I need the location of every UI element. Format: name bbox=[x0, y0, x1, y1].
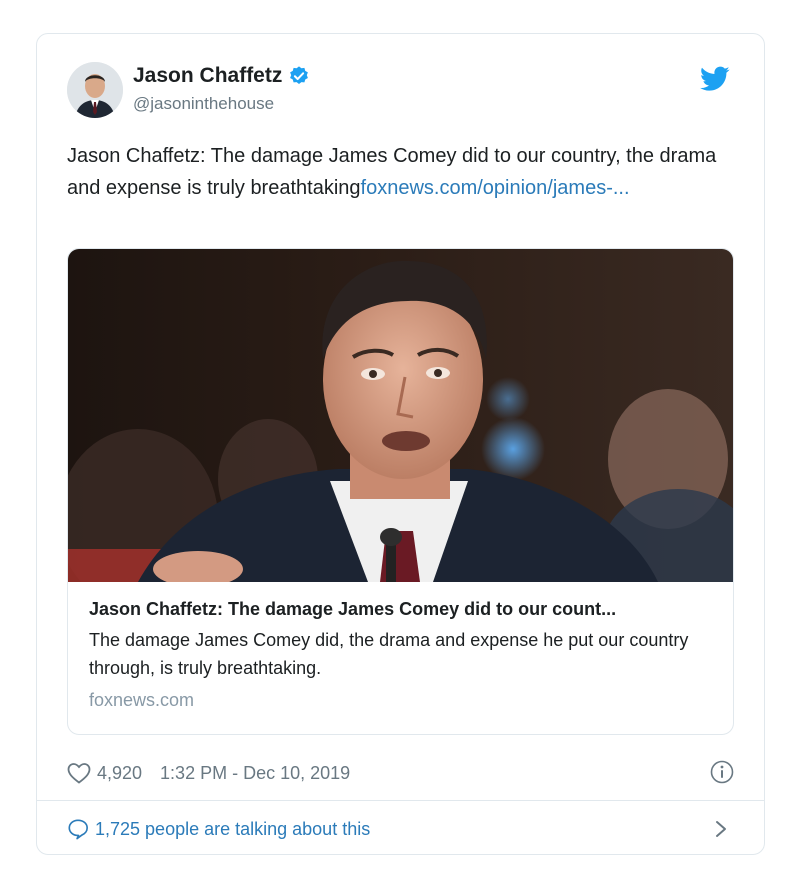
tweet-link[interactable]: foxnews.com/opinion/james-... bbox=[361, 177, 630, 199]
card-domain: foxnews.com bbox=[89, 690, 195, 710]
verified-badge-icon bbox=[290, 66, 309, 84]
divider bbox=[37, 800, 764, 801]
author-handle[interactable]: @jasoninthehouse bbox=[133, 94, 310, 114]
chevron-right-icon[interactable] bbox=[714, 819, 728, 839]
link-card[interactable]: Jason Chaffetz: The damage James Comey d… bbox=[67, 248, 734, 735]
author-block[interactable]: Jason Chaffetz @jasoninthehouse bbox=[133, 64, 310, 114]
tweet-text: Jason Chaffetz: The damage James Comey d… bbox=[67, 140, 727, 204]
card-body: Jason Chaffetz: The damage James Comey d… bbox=[89, 599, 712, 711]
tweet-header: Jason Chaffetz @jasoninthehouse bbox=[67, 62, 734, 122]
tweet-meta: 4,920 1:32 PM - Dec 10, 2019 bbox=[67, 760, 734, 786]
card-description: The damage James Comey did, the drama an… bbox=[89, 630, 689, 678]
talking-count[interactable]: 1,725 people are talking about this bbox=[95, 819, 370, 840]
timestamp[interactable]: 1:32 PM - Dec 10, 2019 bbox=[160, 763, 350, 784]
tweet-embed: Jason Chaffetz @jasoninthehouse Jason Ch… bbox=[36, 33, 765, 855]
likes-count[interactable]: 4,920 bbox=[97, 763, 142, 784]
name-row: Jason Chaffetz bbox=[133, 64, 310, 88]
twitter-bird-icon[interactable] bbox=[700, 66, 730, 92]
info-icon[interactable] bbox=[710, 760, 734, 784]
avatar[interactable] bbox=[67, 62, 123, 118]
card-image bbox=[68, 249, 733, 582]
conversation-link[interactable]: 1,725 people are talking about this bbox=[67, 816, 734, 842]
card-title[interactable]: Jason Chaffetz: The damage James Comey d… bbox=[89, 599, 712, 620]
author-name[interactable]: Jason Chaffetz bbox=[133, 64, 282, 88]
heart-icon[interactable] bbox=[67, 762, 91, 784]
speech-bubble-icon bbox=[68, 819, 88, 840]
